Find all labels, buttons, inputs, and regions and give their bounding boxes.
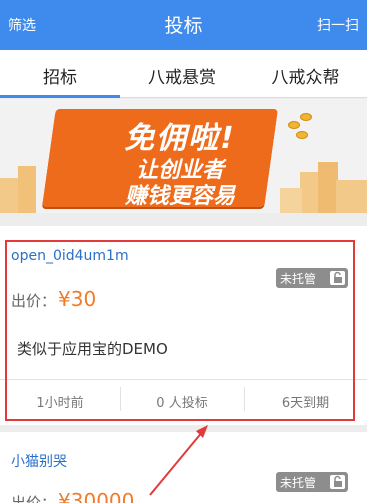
- annotation-arrow: [149, 425, 208, 496]
